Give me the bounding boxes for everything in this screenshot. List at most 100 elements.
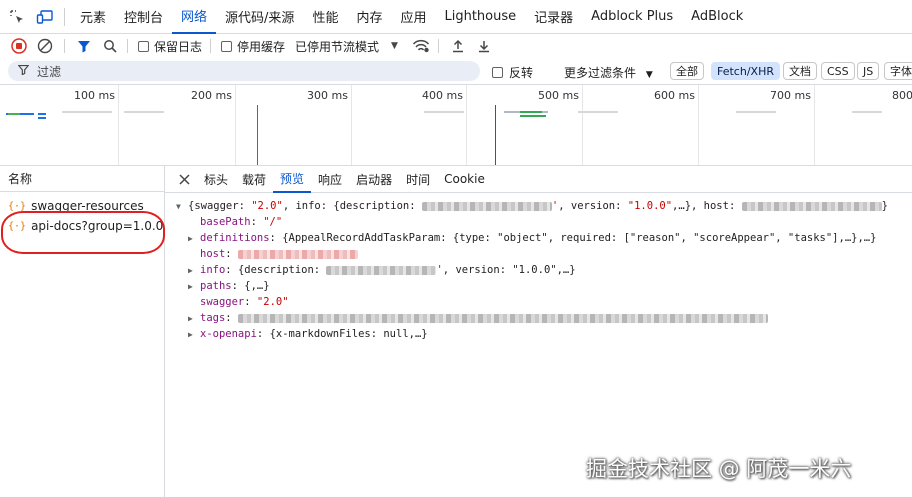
panel-tab[interactable]: 元素 [71, 0, 115, 34]
watermark: 掘金技术社区 @ 阿茂一米六 [586, 457, 852, 481]
expand-triangle-icon[interactable]: ▶ [188, 279, 200, 295]
throttling-value: 已停用节流模式 [295, 39, 380, 54]
expand-triangle-icon[interactable]: ▶ [188, 263, 200, 279]
disable-cache-checkbox[interactable]: 停用缓存 [221, 38, 285, 55]
json-property: basePath: "/" [200, 216, 283, 228]
panel-tab[interactable]: 源代码/来源 [216, 0, 303, 34]
expand-triangle-icon[interactable]: ▶ [188, 327, 200, 343]
expand-triangle-icon[interactable]: ▼ [176, 199, 188, 215]
invert-checkbox[interactable]: 反转 [492, 64, 533, 81]
panel-tab[interactable]: 网络 [172, 0, 217, 34]
request-bar [124, 111, 164, 113]
panel-tab[interactable]: 控制台 [115, 0, 172, 34]
clear-icon[interactable] [34, 35, 56, 57]
network-conditions-icon[interactable] [410, 35, 432, 57]
request-bar [520, 111, 542, 113]
panel-tab[interactable]: 记录器 [525, 0, 582, 34]
resource-type-chip[interactable]: 字体 [884, 62, 912, 80]
filter-bar: 过滤 反转 更多过滤条件 ▼ 全部 Fetch/XHR 文档 CSS JS 字体 [0, 58, 912, 85]
checkbox-box[interactable] [492, 67, 503, 78]
json-property[interactable]: ▶ info: {description: ', version: "1.0.0"… [176, 262, 906, 278]
request-bar [852, 111, 882, 113]
grid-line [814, 85, 815, 165]
name-column-header[interactable]: 名称 [0, 166, 164, 192]
expand-triangle-icon[interactable]: ▶ [188, 311, 200, 327]
detail-tab[interactable]: 时间 [399, 166, 437, 193]
grid-line [466, 85, 467, 165]
search-icon[interactable] [99, 35, 121, 57]
xhr-icon: {·} [8, 200, 27, 212]
detail-tab[interactable]: Cookie [437, 166, 492, 193]
network-toolbar: 保留日志 停用缓存 已停用节流模式 ▼ [0, 34, 912, 58]
resource-type-chip[interactable]: 文档 [783, 62, 817, 80]
tick-label: 400 ms [422, 89, 463, 102]
request-bar [736, 111, 776, 113]
json-property: swagger: "2.0" [200, 296, 289, 308]
detail-tab-bar: 标头 载荷 预览 响应 启动器 时间 Cookie [165, 166, 912, 193]
json-property[interactable]: ▶ paths: {,…} [176, 278, 906, 294]
filter-input[interactable]: 过滤 [8, 61, 480, 81]
filter-placeholder: 过滤 [37, 64, 62, 79]
resource-type-chip[interactable]: CSS [821, 62, 855, 80]
request-bar [8, 113, 20, 115]
grid-line [235, 85, 236, 165]
json-property[interactable]: ▶ x-openapi: {x-markdownFiles: null,…} [176, 326, 906, 342]
detail-tab[interactable]: 预览 [273, 166, 312, 193]
json-property: host: [176, 246, 906, 262]
request-list: 名称 {·} swagger-resources {·} api-docs?gr… [0, 166, 165, 497]
throttling-select[interactable]: 已停用节流模式 ▼ [295, 38, 398, 55]
detail-tab[interactable]: 载荷 [235, 166, 273, 193]
chevron-down-icon: ▼ [391, 41, 398, 51]
network-overview[interactable]: 100 ms 200 ms 300 ms 400 ms 500 ms 600 ms 700 … [0, 85, 912, 166]
panel-tab[interactable]: AdBlock [682, 0, 752, 34]
load-event-line [495, 105, 496, 165]
tick-label: 600 ms [654, 89, 695, 102]
panel-tab[interactable]: 应用 [391, 0, 435, 34]
tick-label: 500 ms [538, 89, 579, 102]
device-toolbar-icon[interactable] [34, 6, 56, 28]
divider [210, 39, 212, 53]
panel-tab[interactable]: Lighthouse [435, 0, 525, 34]
record-stop-icon[interactable] [8, 35, 30, 57]
request-bar [520, 115, 546, 117]
json-property[interactable]: ▶ tags: [176, 310, 906, 326]
filter-icon [17, 64, 30, 78]
request-bar [38, 117, 46, 119]
grid-line [351, 85, 352, 165]
request-bar [38, 113, 46, 115]
json-property[interactable]: ▶ definitions: {AppealRecordAddTaskParam:… [176, 230, 906, 246]
grid-line [698, 85, 699, 165]
filter-icon[interactable] [73, 35, 95, 57]
tick-label: 700 ms [770, 89, 811, 102]
upload-icon[interactable] [447, 35, 469, 57]
json-root[interactable]: ▼ {swagger: "2.0", info: {description: ',… [176, 198, 906, 214]
resource-type-chip[interactable]: 全部 [670, 62, 704, 80]
detail-tab[interactable]: 标头 [197, 166, 235, 193]
dom-content-loaded-line [257, 105, 258, 165]
expand-triangle-icon[interactable]: ▶ [188, 231, 200, 247]
checkbox-box[interactable] [221, 40, 233, 52]
divider [64, 7, 65, 26]
inspect-element-icon[interactable] [6, 6, 28, 28]
tick-label: 300 ms [307, 89, 348, 102]
panel-tab[interactable]: 内存 [347, 0, 391, 34]
chevron-down-icon: ▼ [645, 70, 653, 80]
detail-tab[interactable]: 响应 [311, 166, 349, 193]
redacted-text [421, 201, 552, 211]
download-icon[interactable] [473, 35, 495, 57]
panel-tab[interactable]: 性能 [303, 0, 347, 34]
panel-tab[interactable]: Adblock Plus [582, 0, 682, 34]
more-filters-label: 更多过滤条件 [564, 66, 637, 80]
close-icon[interactable] [173, 173, 195, 185]
grid-line [118, 85, 119, 165]
invert-label: 反转 [509, 66, 534, 80]
preserve-log-checkbox[interactable]: 保留日志 [138, 38, 202, 55]
divider [437, 39, 439, 53]
redacted-text [741, 201, 882, 211]
resource-type-chip[interactable]: JS [857, 62, 880, 80]
detail-tab[interactable]: 启动器 [349, 166, 399, 193]
checkbox-box[interactable] [138, 40, 149, 52]
resource-type-chip[interactable]: Fetch/XHR [711, 62, 780, 80]
more-filters-dropdown[interactable]: 更多过滤条件 ▼ [564, 64, 653, 81]
redacted-text [237, 313, 768, 323]
